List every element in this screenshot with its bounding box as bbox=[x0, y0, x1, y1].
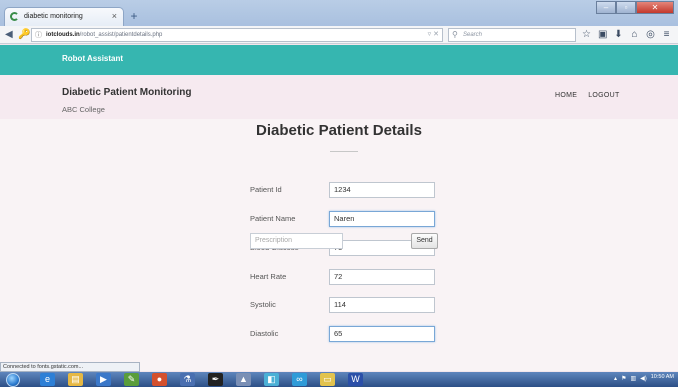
patient-name-input[interactable]: Naren bbox=[329, 211, 435, 227]
system-tray: ▴ ⚑ ▥ ◀) 10:50 AM bbox=[614, 374, 674, 385]
window-controls: – ▫ ✕ bbox=[596, 1, 674, 15]
heart-rate-label: Heart Rate bbox=[250, 272, 287, 281]
browser-tab[interactable]: diabetic monitoring × bbox=[4, 7, 124, 26]
search-placeholder: Search bbox=[463, 32, 483, 38]
patient-name-label: Patient Name bbox=[250, 214, 296, 223]
home-icon[interactable]: ⌂ bbox=[630, 28, 639, 42]
diastolic-label: Diastolic bbox=[250, 329, 279, 338]
paint-icon[interactable]: ✎ bbox=[124, 373, 139, 386]
extension-icon[interactable]: ◎ bbox=[646, 28, 655, 42]
nav-logout-link[interactable]: LOGOUT bbox=[588, 92, 619, 99]
browser-toolbar: ☆ ▣ ⬇ ⌂ ◎ ≡ bbox=[582, 28, 671, 42]
flag-icon[interactable]: ⚑ bbox=[621, 374, 626, 385]
page-title: Diabetic Patient Details bbox=[256, 122, 422, 139]
taskbar-apps: e ▤ ▶ ✎ ● ⚗ ✒ ▲ ◧ ∞ ▭ W bbox=[40, 373, 363, 386]
browser-tab-strip: diabetic monitoring × + – ▫ ✕ bbox=[0, 0, 678, 26]
url-host: iotclouds.in bbox=[46, 32, 80, 38]
loading-favicon-icon bbox=[10, 12, 19, 21]
site-info-icon: ⓘ bbox=[35, 32, 42, 39]
form-row-diastolic: Diastolic 65 bbox=[250, 326, 440, 342]
network-icon[interactable]: ▥ bbox=[630, 374, 636, 385]
site-subtitle: ABC College bbox=[62, 105, 105, 114]
close-window-button[interactable]: ✕ bbox=[636, 1, 674, 14]
tray-arrow-icon[interactable]: ▴ bbox=[614, 374, 617, 385]
tab-title: diabetic monitoring bbox=[24, 13, 83, 20]
minimize-button[interactable]: – bbox=[596, 1, 616, 14]
form-row-heart-rate: Heart Rate 72 bbox=[250, 269, 440, 285]
heading-divider bbox=[330, 151, 358, 152]
infinity-app-icon[interactable]: ∞ bbox=[292, 373, 307, 386]
systolic-label: Systolic bbox=[250, 300, 276, 309]
prescription-input[interactable]: Prescription bbox=[250, 233, 343, 249]
site-nav: HOME LOGOUT bbox=[555, 92, 620, 99]
reading-list-icon[interactable]: ▣ bbox=[598, 28, 607, 42]
form-row-patient-name: Patient Name Naren bbox=[250, 211, 440, 227]
network-app-icon[interactable]: ◧ bbox=[264, 373, 279, 386]
ie-icon[interactable]: e bbox=[40, 373, 55, 386]
clock[interactable]: 10:50 AM bbox=[651, 374, 674, 385]
web-page: Robot Assistant Diabetic Patient Monitor… bbox=[0, 45, 678, 371]
browser-status-bar: Connected to fonts.gstatic.com... bbox=[0, 362, 140, 372]
word-icon[interactable]: W bbox=[348, 373, 363, 386]
media-player-icon[interactable]: ▶ bbox=[96, 373, 111, 386]
brand-label: Robot Assistant bbox=[62, 54, 124, 63]
patient-id-label: Patient Id bbox=[250, 185, 282, 194]
os-taskbar: e ▤ ▶ ✎ ● ⚗ ✒ ▲ ◧ ∞ ▭ W ▴ ⚑ ▥ ◀) 10:50 A… bbox=[0, 372, 678, 387]
patient-id-input[interactable]: 1234 bbox=[329, 182, 435, 198]
pen-app-icon[interactable]: ✒ bbox=[208, 373, 223, 386]
explorer-folder-icon[interactable]: ▤ bbox=[68, 373, 83, 386]
volume-icon[interactable]: ◀) bbox=[640, 374, 647, 385]
bookmark-star-icon[interactable]: ☆ bbox=[582, 28, 591, 42]
back-icon[interactable]: ◀ bbox=[5, 28, 13, 42]
firefox-icon[interactable]: ● bbox=[152, 373, 167, 386]
diastolic-input[interactable]: 65 bbox=[329, 326, 435, 342]
site-header: Diabetic Patient Monitoring ABC College … bbox=[0, 75, 678, 119]
send-button[interactable]: Send bbox=[411, 233, 438, 249]
url-dropdown-icon[interactable]: ▿ ✕ bbox=[428, 29, 439, 41]
url-bar[interactable]: ⓘ iotclouds.in/robot_assist/patientdetai… bbox=[31, 28, 443, 42]
systolic-input[interactable]: 114 bbox=[329, 297, 435, 313]
menu-icon[interactable]: ≡ bbox=[662, 28, 671, 42]
search-input[interactable]: ⚲ Search bbox=[448, 28, 576, 42]
search-icon: ⚲ bbox=[452, 30, 458, 39]
close-tab-icon[interactable]: × bbox=[112, 11, 117, 21]
tool-icon[interactable]: ⚗ bbox=[180, 373, 195, 386]
browser-nav-bar: ◀ 🔑 ⓘ iotclouds.in/robot_assist/patientd… bbox=[0, 26, 678, 44]
files-icon[interactable]: ▭ bbox=[320, 373, 335, 386]
site-title: Diabetic Patient Monitoring bbox=[62, 87, 192, 98]
identity-icon[interactable]: 🔑 bbox=[18, 28, 30, 42]
new-tab-button[interactable]: + bbox=[127, 9, 141, 23]
maximize-button[interactable]: ▫ bbox=[616, 1, 636, 14]
nav-home-link[interactable]: HOME bbox=[555, 92, 577, 99]
url-path: /robot_assist/patientdetails.php bbox=[79, 32, 163, 38]
heart-rate-input[interactable]: 72 bbox=[329, 269, 435, 285]
site-top-bar: Robot Assistant bbox=[0, 45, 678, 75]
start-button[interactable] bbox=[6, 373, 20, 387]
form-row-systolic: Systolic 114 bbox=[250, 297, 440, 313]
downloads-icon[interactable]: ⬇ bbox=[614, 28, 623, 42]
form-row-patient-id: Patient Id 1234 bbox=[250, 182, 440, 198]
grad-cap-icon[interactable]: ▲ bbox=[236, 373, 251, 386]
